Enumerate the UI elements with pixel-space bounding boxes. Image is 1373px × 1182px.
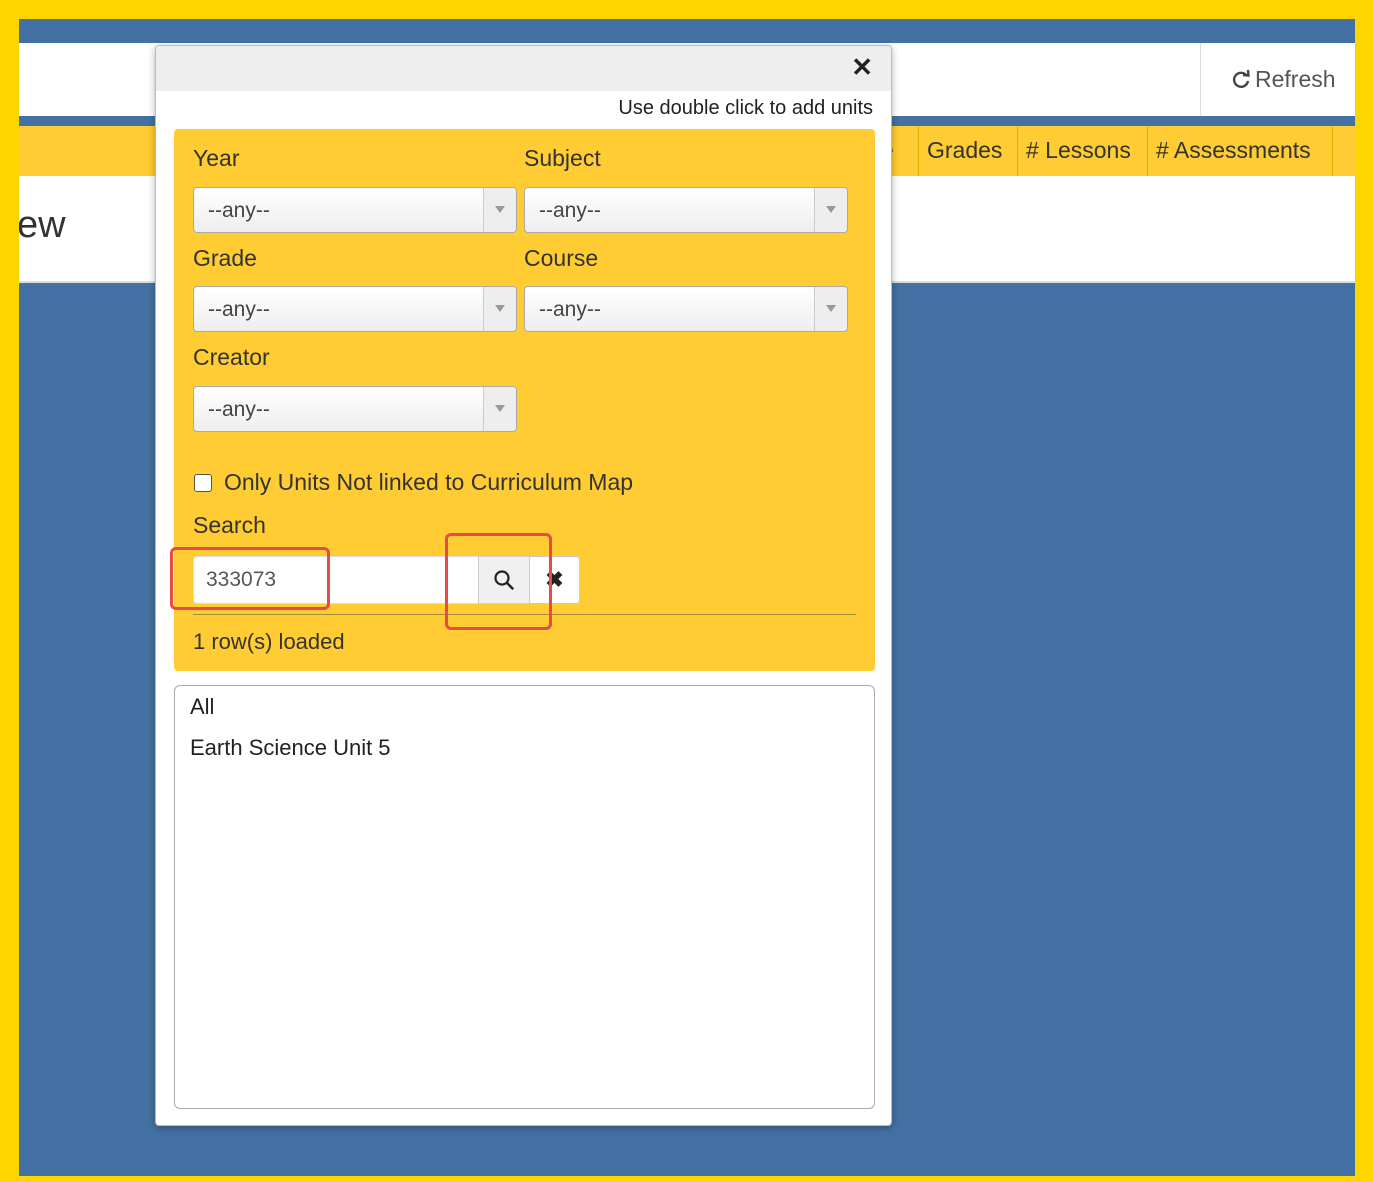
subject-select-value: --any-- (539, 199, 601, 222)
page-title: ew (19, 204, 66, 246)
unlinked-units-checkbox[interactable] (194, 473, 212, 492)
year-select[interactable]: --any-- (193, 187, 517, 233)
dialog-titlebar: ✕ (156, 46, 891, 91)
unlinked-units-option: Only Units Not linked to Curriculum Map (194, 469, 633, 496)
year-label: Year (193, 145, 240, 171)
creator-select[interactable]: --any-- (193, 386, 517, 432)
refresh-icon (1232, 69, 1250, 88)
grade-select[interactable]: --any-- (193, 286, 517, 332)
search-button[interactable] (478, 556, 530, 604)
subject-label: Subject (524, 145, 601, 171)
add-units-dialog: ✕ Use double click to add units Year --a… (155, 45, 892, 1126)
chevron-down-icon (826, 206, 836, 213)
clear-icon[interactable]: ✖ (530, 556, 580, 604)
close-icon[interactable]: ✕ (851, 52, 873, 83)
column-header-grades[interactable]: Grades (919, 126, 1018, 176)
chevron-down-icon (495, 206, 505, 213)
refresh-label: Refresh (1255, 65, 1336, 92)
grade-select-arrow (483, 287, 516, 331)
column-header-lessons[interactable]: # Lessons (1018, 126, 1148, 176)
list-item-unit[interactable]: Earth Science Unit 5 (190, 735, 391, 761)
toolbar-divider (1200, 43, 1201, 116)
year-select-arrow (483, 188, 516, 232)
list-item-all[interactable]: All (190, 694, 214, 720)
subject-select[interactable]: --any-- (524, 187, 848, 233)
course-select-value: --any-- (539, 298, 601, 321)
results-list: All Earth Science Unit 5 (174, 685, 875, 1109)
course-select-arrow (814, 287, 847, 331)
filter-panel: Year --any-- Subject --any-- Grade --any… (170, 129, 875, 671)
creator-select-value: --any-- (208, 398, 270, 421)
grade-label: Grade (193, 245, 257, 271)
rows-loaded-status: 1 row(s) loaded (193, 629, 345, 654)
search-icon (494, 570, 514, 590)
grade-select-value: --any-- (208, 298, 270, 321)
chevron-down-icon (826, 305, 836, 312)
search-input[interactable]: 333073 (193, 556, 480, 604)
creator-select-arrow (483, 387, 516, 431)
year-select-value: --any-- (208, 199, 270, 222)
search-label: Search (193, 512, 266, 538)
course-select[interactable]: --any-- (524, 286, 848, 332)
dialog-hint: Use double click to add units (618, 97, 873, 119)
unlinked-units-label[interactable]: Only Units Not linked to Curriculum Map (224, 469, 633, 496)
subject-select-arrow (814, 188, 847, 232)
column-header-assessments[interactable]: # Assessments (1148, 126, 1333, 176)
panel-divider (193, 614, 856, 615)
chevron-down-icon (495, 305, 505, 312)
chevron-down-icon (495, 405, 505, 412)
creator-label: Creator (193, 344, 270, 370)
refresh-button[interactable]: Refresh (1231, 63, 1336, 95)
course-label: Course (524, 245, 599, 271)
